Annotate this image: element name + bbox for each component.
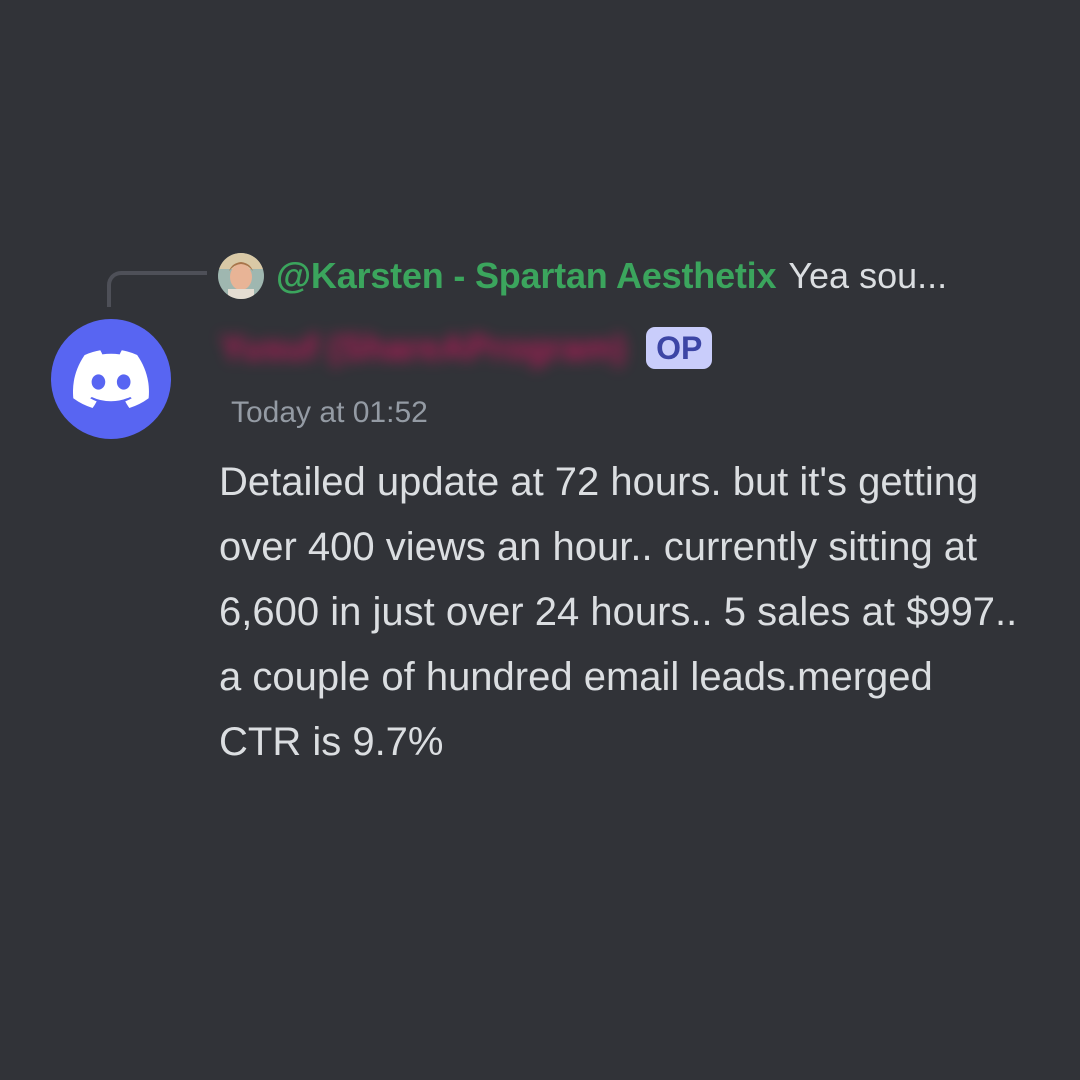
op-badge: OP [646, 327, 713, 369]
message-text: Detailed update at 72 hours. but it's ge… [219, 460, 1018, 764]
avatar[interactable] [51, 319, 171, 439]
author-name[interactable]: Yusuf (ShareAProgram) [220, 327, 626, 369]
chat-message-view: @Karsten - Spartan Aesthetix Yea sou... … [0, 0, 1080, 1080]
reply-mention[interactable]: @Karsten - Spartan Aesthetix [276, 255, 777, 297]
message-timestamp[interactable]: Today at 01:52 [231, 396, 428, 430]
discord-logo-icon [73, 350, 149, 408]
reply-avatar[interactable] [218, 253, 264, 299]
message-header: Yusuf (ShareAProgram) OP [220, 322, 713, 374]
reply-snippet[interactable]: Yea sou... [788, 255, 947, 297]
reply-reference[interactable]: @Karsten - Spartan Aesthetix Yea sou... [218, 252, 947, 300]
reply-connector [107, 271, 207, 307]
